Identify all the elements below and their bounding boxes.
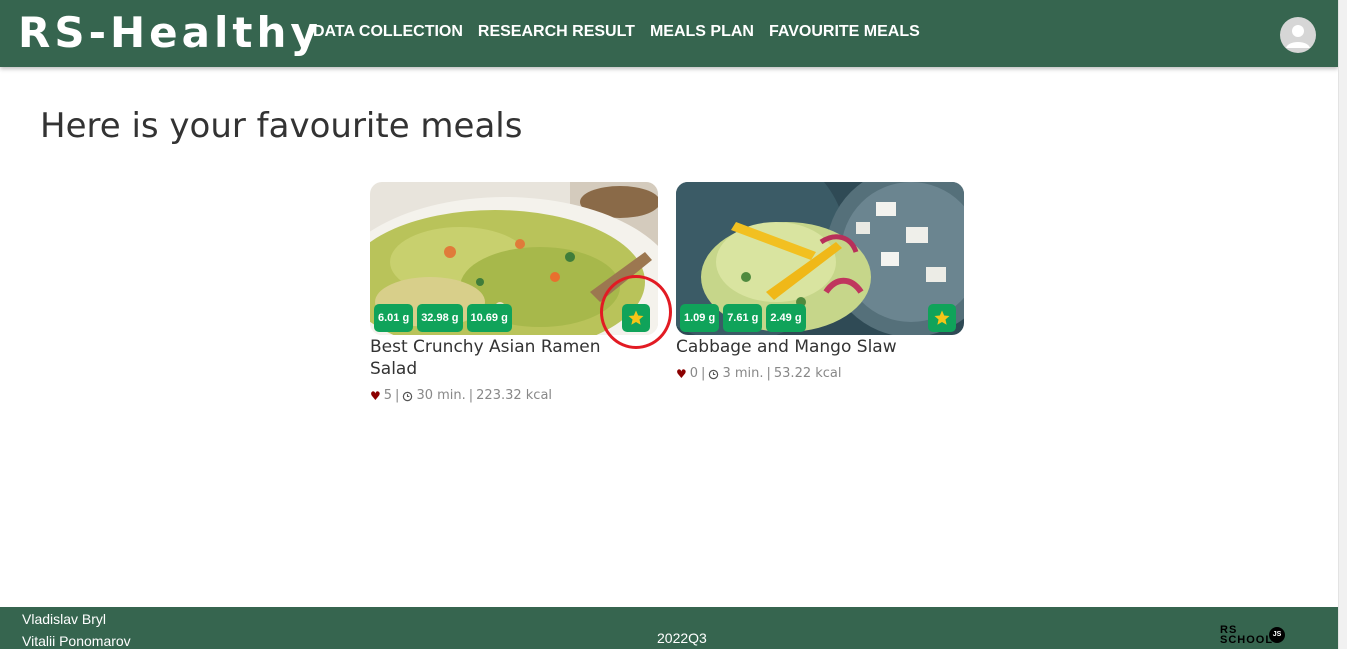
heart-icon: ♥ (676, 367, 687, 381)
footer: Vladislav Bryl Vitalii Ponomarov 2022Q3 … (0, 607, 1338, 649)
likes-count: 5 (383, 388, 393, 403)
meal-meta: ♥ 5 | 30 min. | 223.32 kcal (370, 388, 658, 404)
author-link[interactable]: Vladislav Bryl (22, 608, 131, 630)
calories: 53.22 kcal (773, 366, 842, 381)
separator: | (468, 388, 474, 403)
meal-image[interactable]: 6.01 g 32.98 g 10.69 g (370, 182, 658, 335)
separator: | (766, 366, 771, 381)
vertical-scrollbar[interactable] (1338, 0, 1347, 649)
js-badge-label: JS (1272, 631, 1282, 638)
nutrient-badge: 1.09 g (680, 304, 720, 332)
favourite-button[interactable] (928, 304, 956, 332)
separator: | (395, 388, 400, 403)
app-logo[interactable]: RS-Healthy (18, 7, 322, 59)
year-label: 2022Q3 (657, 630, 707, 646)
meal-card: 6.01 g 32.98 g 10.69 g Best Crunchy Asia… (370, 182, 658, 404)
likes-count: 0 (689, 366, 699, 381)
rs-school-logo[interactable]: RS SCHOOL JS (1220, 625, 1290, 649)
user-avatar-icon[interactable] (1280, 17, 1316, 53)
meal-title[interactable]: Best Crunchy Asian Ramen Salad (370, 336, 620, 380)
cook-time: 30 min. (416, 388, 466, 403)
star-icon (934, 310, 950, 325)
page: RS-Healthy DATA COLLECTION RESEARCH RESU… (0, 0, 1338, 649)
calories: 223.32 kcal (476, 388, 553, 403)
authors: Vladislav Bryl Vitalii Ponomarov (22, 608, 131, 649)
nutrient-badges: 6.01 g 32.98 g 10.69 g (374, 304, 512, 332)
cook-time: 3 min. (722, 366, 764, 381)
nutrient-badges: 1.09 g 7.61 g 2.49 g (680, 304, 806, 332)
top-navbar: RS-Healthy DATA COLLECTION RESEARCH RESU… (0, 0, 1338, 67)
clock-icon (709, 369, 719, 379)
main-nav: DATA COLLECTION RESEARCH RESULT MEALS PL… (313, 22, 920, 42)
nav-meals-plan[interactable]: MEALS PLAN (650, 22, 754, 42)
nav-data-collection[interactable]: DATA COLLECTION (313, 22, 463, 42)
nav-research-result[interactable]: RESEARCH RESULT (478, 22, 635, 42)
rs-school-logo-text: RS SCHOOL (1220, 625, 1274, 646)
nav-favourite-meals[interactable]: FAVOURITE MEALS (769, 22, 920, 42)
star-icon (628, 310, 644, 325)
meal-meta: ♥ 0 | 3 min. | 53.22 kcal (676, 366, 964, 382)
separator: | (701, 366, 706, 381)
favourite-button[interactable] (622, 304, 650, 332)
nutrient-badge: 10.69 g (466, 304, 512, 332)
meal-image[interactable]: 1.09 g 7.61 g 2.49 g (676, 182, 964, 335)
nutrient-badge: 32.98 g (417, 304, 463, 332)
author-link[interactable]: Vitalii Ponomarov (22, 630, 131, 649)
clock-icon (403, 391, 413, 401)
nutrient-badge: 7.61 g (723, 304, 763, 332)
meal-card: 1.09 g 7.61 g 2.49 g Cabbage and Mango S… (676, 182, 964, 382)
meal-title[interactable]: Cabbage and Mango Slaw (676, 336, 926, 358)
meal-cards: 6.01 g 32.98 g 10.69 g Best Crunchy Asia… (370, 182, 970, 442)
page-title: Here is your favourite meals (40, 106, 523, 146)
nutrient-badge: 2.49 g (766, 304, 806, 332)
heart-icon: ♥ (370, 389, 381, 403)
nutrient-badge: 6.01 g (374, 304, 414, 332)
